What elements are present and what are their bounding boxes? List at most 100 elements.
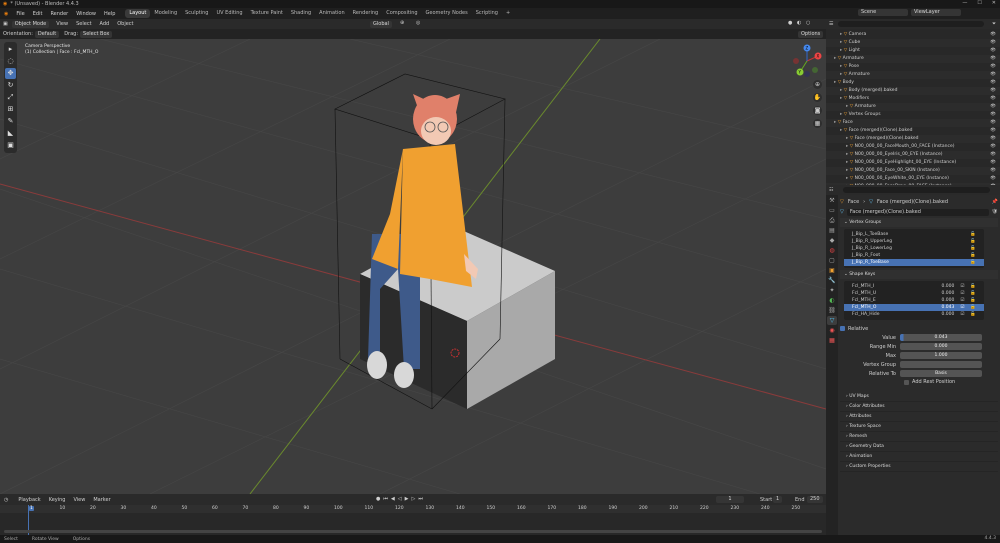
editor-type-icon[interactable]: ▣ bbox=[3, 21, 8, 27]
visibility-eye-icon[interactable]: 👁 bbox=[990, 31, 996, 39]
vertex-group-item[interactable]: J_Bip_L_ToeBase 🔓 bbox=[844, 231, 984, 238]
tab-rendering[interactable]: Rendering bbox=[349, 9, 383, 18]
field-value[interactable]: Basis bbox=[900, 370, 982, 377]
menu-object[interactable]: Object bbox=[113, 21, 137, 27]
menu-keying[interactable]: Keying bbox=[45, 497, 70, 503]
mesh-name-field[interactable]: Face (merged)(Clone).baked bbox=[846, 208, 989, 216]
outliner-row[interactable]: ▸ ▽ Armature 👁 bbox=[826, 71, 1000, 79]
lock-icon[interactable]: 🔓 bbox=[970, 238, 976, 245]
expand-arrow-icon[interactable]: ▸ bbox=[846, 136, 848, 141]
shape-key-item[interactable]: Fcl_HA_Hide 0.000 ☑ 🔓 bbox=[844, 311, 984, 318]
pan-hand-icon[interactable]: ✋ bbox=[813, 93, 822, 102]
expand-arrow-icon[interactable]: ▸ bbox=[840, 112, 842, 117]
fake-user-icon[interactable]: 🛡 bbox=[992, 209, 998, 215]
collapsed-panel[interactable]: › Color Attributes bbox=[840, 402, 998, 412]
visibility-eye-icon[interactable]: 👁 bbox=[990, 47, 996, 55]
navigation-gizmo[interactable]: X Y Z bbox=[790, 44, 824, 78]
tab-layout[interactable]: Layout bbox=[125, 9, 151, 18]
properties-editor-icon[interactable]: ☷ bbox=[829, 187, 833, 193]
expand-arrow-icon[interactable]: ▸ bbox=[840, 88, 842, 93]
menu-timeline-view[interactable]: View bbox=[69, 497, 89, 503]
menu-file[interactable]: File bbox=[12, 11, 28, 17]
current-frame-field[interactable]: 1 bbox=[716, 496, 744, 503]
render-tab-icon[interactable]: ▭ bbox=[827, 206, 837, 215]
visibility-eye-icon[interactable]: 👁 bbox=[990, 95, 996, 103]
outliner-row[interactable]: ▸ ▽ N00_000_00_EyeHighlight_00_EYE (Inst… bbox=[826, 159, 1000, 167]
output-tab-icon[interactable]: ⎙ bbox=[827, 216, 837, 225]
menu-edit[interactable]: Edit bbox=[29, 11, 47, 17]
timeline-scrollbar[interactable] bbox=[4, 530, 822, 533]
filter-icon[interactable]: ⏷ bbox=[992, 21, 996, 27]
proportional-edit-icon[interactable]: ◎ bbox=[416, 20, 420, 26]
start-frame-field[interactable]: 1 bbox=[773, 496, 783, 503]
visibility-eye-icon[interactable]: 👁 bbox=[990, 135, 996, 143]
lock-icon[interactable]: 🔓 bbox=[970, 297, 976, 304]
vertex-group-item[interactable]: J_Bip_R_ToeBase 🔓 bbox=[844, 259, 984, 266]
outliner-row[interactable]: ▸ ▽ Armature 👁 bbox=[826, 55, 1000, 63]
properties-search-field[interactable] bbox=[843, 187, 990, 193]
menu-window[interactable]: Window bbox=[72, 11, 100, 17]
lock-icon[interactable]: 🔓 bbox=[970, 283, 976, 290]
data-tab-icon[interactable]: ▽ bbox=[827, 316, 837, 325]
collapsed-panel[interactable]: › Geometry Data bbox=[840, 442, 998, 452]
shading-rendered-icon[interactable]: ○ bbox=[806, 20, 810, 26]
outliner-search-field[interactable] bbox=[838, 21, 984, 27]
rotate-tool-icon[interactable]: ↻ bbox=[5, 80, 16, 91]
lock-icon[interactable]: 🔓 bbox=[970, 259, 976, 266]
lock-icon[interactable]: 🔓 bbox=[970, 245, 976, 252]
outliner-row[interactable]: ▸ ▽ Armature 👁 bbox=[826, 103, 1000, 111]
mode-selector[interactable]: Object Mode bbox=[11, 20, 50, 28]
add-workspace-button[interactable]: + bbox=[502, 9, 514, 18]
shape-key-checkbox[interactable]: ☑ bbox=[960, 311, 964, 318]
expand-arrow-icon[interactable]: ▸ bbox=[846, 168, 848, 173]
visibility-eye-icon[interactable]: 👁 bbox=[990, 111, 996, 119]
shape-key-value[interactable]: 0.000 bbox=[941, 290, 954, 297]
shape-key-item[interactable]: Fcl_MTH_O 0.043 ☑ 🔓 bbox=[844, 304, 984, 311]
constraints-tab-icon[interactable]: ⛓ bbox=[827, 306, 837, 315]
move-tool-icon[interactable]: ✥ bbox=[5, 68, 16, 79]
collection-tab-icon[interactable]: ▢ bbox=[827, 256, 837, 265]
shape-key-checkbox[interactable]: ☑ bbox=[960, 304, 964, 311]
camera-view-icon[interactable]: ◙ bbox=[813, 106, 822, 115]
modifier-tab-icon[interactable]: 🔧 bbox=[827, 276, 837, 285]
material-tab-icon[interactable]: ◉ bbox=[827, 326, 837, 335]
pin-icon[interactable]: 📌 bbox=[992, 199, 998, 205]
shape-key-value[interactable]: 0.000 bbox=[941, 297, 954, 304]
outliner-row[interactable]: ▸ ▽ N00_000_00_Face_00_SKIN (Instance) 👁 bbox=[826, 167, 1000, 175]
expand-arrow-icon[interactable]: ▸ bbox=[846, 176, 848, 181]
tab-scripting[interactable]: Scripting bbox=[472, 9, 502, 18]
tab-modeling[interactable]: Modeling bbox=[150, 9, 181, 18]
expand-arrow-icon[interactable]: ▸ bbox=[840, 128, 842, 133]
menu-marker[interactable]: Marker bbox=[89, 497, 114, 503]
visibility-eye-icon[interactable]: 👁 bbox=[990, 175, 996, 183]
visibility-eye-icon[interactable]: 👁 bbox=[990, 151, 996, 159]
expand-arrow-icon[interactable]: ▸ bbox=[840, 72, 842, 77]
lock-icon[interactable]: 🔓 bbox=[970, 231, 976, 238]
expand-arrow-icon[interactable]: ▸ bbox=[840, 32, 842, 37]
outliner-row[interactable]: ▸ ▽ Light 👁 bbox=[826, 47, 1000, 55]
field-value[interactable] bbox=[900, 361, 982, 368]
shape-key-item[interactable]: Fcl_MTH_E 0.000 ☑ 🔓 bbox=[844, 297, 984, 304]
expand-arrow-icon[interactable]: ▸ bbox=[834, 80, 836, 85]
tab-geometry-nodes[interactable]: Geometry Nodes bbox=[422, 9, 472, 18]
outliner-row[interactable]: ▸ ▽ N00_000_00_FaceMouth_00_FACE (Instan… bbox=[826, 143, 1000, 151]
particles-tab-icon[interactable]: ✦ bbox=[827, 286, 837, 295]
viewport-scene[interactable] bbox=[0, 39, 826, 494]
outliner-row[interactable]: ▸ ▽ Face (merged)(Clone).baked 👁 bbox=[826, 127, 1000, 135]
expand-arrow-icon[interactable]: ▸ bbox=[846, 160, 848, 165]
expand-arrow-icon[interactable]: ▸ bbox=[834, 56, 836, 61]
snap-icon[interactable]: ⊕ bbox=[400, 20, 404, 26]
visibility-eye-icon[interactable]: 👁 bbox=[990, 119, 996, 127]
scene-tab-icon[interactable]: ◆ bbox=[827, 236, 837, 245]
outliner-row[interactable]: ▸ ▽ N00_000_00_EyeIris_00_EYE (Instance)… bbox=[826, 151, 1000, 159]
shape-key-item[interactable]: Fcl_MTH_U 0.000 ☑ 🔓 bbox=[844, 290, 984, 297]
shading-solid-icon[interactable]: ● bbox=[788, 20, 792, 26]
menu-view[interactable]: View bbox=[52, 21, 72, 27]
shape-key-value[interactable]: 0.000 bbox=[941, 311, 954, 318]
vertex-group-item[interactable]: J_Bip_R_LowerLeg 🔓 bbox=[844, 245, 984, 252]
outliner-row[interactable]: ▸ ▽ Body 👁 bbox=[826, 79, 1000, 87]
transform-tool-icon[interactable]: ⊞ bbox=[5, 104, 16, 115]
shape-key-checkbox[interactable]: ☑ bbox=[960, 297, 964, 304]
timeline-area[interactable]: 1 10 20 30 40 50 60 70 80 90 100 110 120 130 140 150 160… bbox=[0, 505, 826, 535]
menu-render[interactable]: Render bbox=[46, 11, 72, 17]
